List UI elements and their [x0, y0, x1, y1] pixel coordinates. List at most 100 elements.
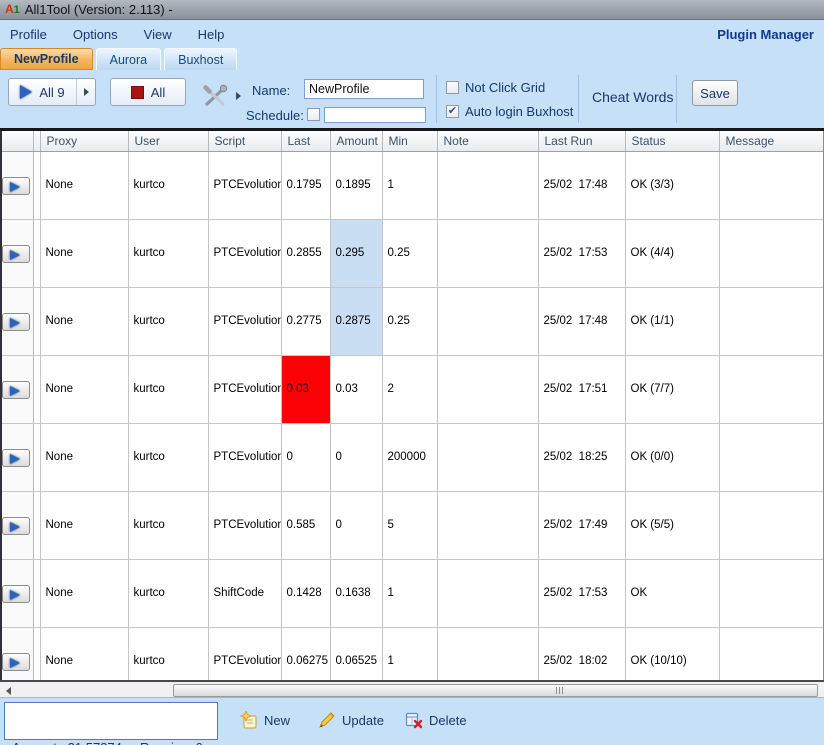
cell-user[interactable]: kurtco — [128, 627, 209, 680]
table-row[interactable]: None kurtco PTCEvolution 0.03 0.03 2 25/… — [0, 355, 824, 424]
cell-status[interactable]: OK (4/4) — [625, 219, 720, 288]
menu-profile[interactable]: Profile — [10, 27, 47, 42]
col-header-user[interactable]: User — [128, 131, 209, 152]
horizontal-scrollbar[interactable] — [0, 680, 824, 697]
cheat-words-button[interactable]: Cheat Words — [592, 89, 673, 105]
row-play-button[interactable] — [2, 312, 31, 331]
cell-proxy[interactable]: None — [40, 151, 129, 220]
cell-min[interactable]: 1 — [382, 559, 438, 628]
cell-last[interactable]: 0.2855 — [281, 219, 331, 288]
row-play-button[interactable] — [2, 652, 31, 671]
table-row[interactable]: None kurtco PTCEvolution 0.2775 0.2875 0… — [0, 287, 824, 356]
cell-script[interactable]: PTCEvolution — [208, 287, 282, 356]
update-button[interactable]: Update — [318, 711, 384, 729]
cell-proxy[interactable]: None — [40, 423, 129, 492]
scrollbar-thumb[interactable] — [173, 684, 818, 697]
tools-button[interactable] — [202, 84, 241, 108]
cell-note[interactable] — [437, 627, 539, 680]
cell-last-run[interactable]: 25/02 18:02 — [538, 627, 626, 680]
cell-script[interactable]: PTCEvolution — [208, 491, 282, 560]
row-play-button[interactable] — [2, 176, 31, 195]
col-header-script[interactable]: Script — [208, 131, 282, 152]
cell-amount[interactable]: 0.295 — [330, 219, 383, 288]
cell-script[interactable]: PTCEvolution — [208, 423, 282, 492]
tab-buxhost[interactable]: Buxhost — [164, 48, 238, 70]
cell-last-run[interactable]: 25/02 17:53 — [538, 559, 626, 628]
row-play-button[interactable] — [2, 516, 31, 535]
cell-last-run[interactable]: 25/02 17:48 — [538, 287, 626, 356]
run-all-dropdown[interactable] — [76, 79, 95, 105]
col-header-note[interactable]: Note — [437, 131, 539, 152]
cell-last-run[interactable]: 25/02 17:51 — [538, 355, 626, 424]
table-row[interactable]: None kurtco PTCEvolution 0.585 0 5 25/02… — [0, 491, 824, 560]
tab-aurora[interactable]: Aurora — [95, 48, 162, 70]
cell-amount[interactable]: 0.1895 — [330, 151, 383, 220]
row-play-button[interactable] — [2, 448, 31, 467]
cell-user[interactable]: kurtco — [128, 423, 209, 492]
cell-proxy[interactable]: None — [40, 627, 129, 680]
col-header-status[interactable]: Status — [625, 131, 720, 152]
cell-status[interactable]: OK — [625, 559, 720, 628]
menu-view[interactable]: View — [144, 27, 172, 42]
cell-amount[interactable]: 0.03 — [330, 355, 383, 424]
col-header-amount[interactable]: Amount — [330, 131, 383, 152]
schedule-input[interactable] — [324, 107, 426, 123]
cell-note[interactable] — [437, 151, 539, 220]
cell-amount[interactable]: 0 — [330, 491, 383, 560]
cell-last[interactable]: 0.585 — [281, 491, 331, 560]
cell-script[interactable]: PTCEvolution — [208, 219, 282, 288]
cell-user[interactable]: kurtco — [128, 287, 209, 356]
cell-note[interactable] — [437, 219, 539, 288]
table-row[interactable]: None kurtco PTCEvolution 0 0 200000 25/0… — [0, 423, 824, 492]
delete-button[interactable]: Delete — [405, 711, 467, 729]
cell-proxy[interactable]: None — [40, 559, 129, 628]
cell-script[interactable]: ShiftCode — [208, 559, 282, 628]
scroll-left-button[interactable] — [0, 684, 17, 697]
cell-amount[interactable]: 0.1638 — [330, 559, 383, 628]
cell-message[interactable] — [719, 219, 824, 288]
table-row[interactable]: None kurtco ShiftCode 0.1428 0.1638 1 25… — [0, 559, 824, 628]
cell-last[interactable]: 0.1795 — [281, 151, 331, 220]
cell-status[interactable]: OK (10/10) — [625, 627, 720, 680]
cell-last-run[interactable]: 25/02 17:48 — [538, 151, 626, 220]
cell-note[interactable] — [437, 559, 539, 628]
cell-last-run[interactable]: 25/02 18:25 — [538, 423, 626, 492]
row-play-button[interactable] — [2, 380, 31, 399]
cell-message[interactable] — [719, 423, 824, 492]
stop-all-button[interactable]: All — [110, 78, 186, 106]
cell-last-run[interactable]: 25/02 17:49 — [538, 491, 626, 560]
cell-message[interactable] — [719, 559, 824, 628]
auto-login-checkbox[interactable] — [446, 105, 459, 118]
cell-last[interactable]: 0 — [281, 423, 331, 492]
cell-status[interactable]: OK (1/1) — [625, 287, 720, 356]
cell-user[interactable]: kurtco — [128, 355, 209, 424]
cell-status[interactable]: OK (3/3) — [625, 151, 720, 220]
col-header-message[interactable]: Message — [719, 131, 824, 152]
cell-user[interactable]: kurtco — [128, 151, 209, 220]
row-play-button[interactable] — [2, 584, 31, 603]
cell-proxy[interactable]: None — [40, 491, 129, 560]
auto-login-option[interactable]: Auto login Buxhost — [446, 104, 573, 119]
cell-script[interactable]: PTCEvolution — [208, 355, 282, 424]
not-click-grid-option[interactable]: Not Click Grid — [446, 80, 545, 95]
cell-last[interactable]: 0.03 — [281, 355, 331, 424]
cell-min[interactable]: 0.25 — [382, 219, 438, 288]
cell-status[interactable]: OK (5/5) — [625, 491, 720, 560]
cell-note[interactable] — [437, 355, 539, 424]
cell-last-run[interactable]: 25/02 17:53 — [538, 219, 626, 288]
row-play-button[interactable] — [2, 244, 31, 263]
cell-script[interactable]: PTCEvolution — [208, 151, 282, 220]
col-header-proxy[interactable]: Proxy — [40, 131, 129, 152]
menu-help[interactable]: Help — [198, 27, 225, 42]
cell-min[interactable]: 200000 — [382, 423, 438, 492]
cell-message[interactable] — [719, 627, 824, 680]
tab-newprofile[interactable]: NewProfile — [0, 48, 93, 70]
new-button[interactable]: New — [240, 711, 290, 729]
cell-proxy[interactable]: None — [40, 355, 129, 424]
cell-amount[interactable]: 0.2875 — [330, 287, 383, 356]
schedule-checkbox[interactable] — [307, 108, 320, 121]
cell-user[interactable]: kurtco — [128, 219, 209, 288]
cell-min[interactable]: 2 — [382, 355, 438, 424]
plugin-manager-label[interactable]: Plugin Manager — [717, 27, 814, 42]
run-all-button[interactable]: All 9 — [8, 78, 96, 106]
